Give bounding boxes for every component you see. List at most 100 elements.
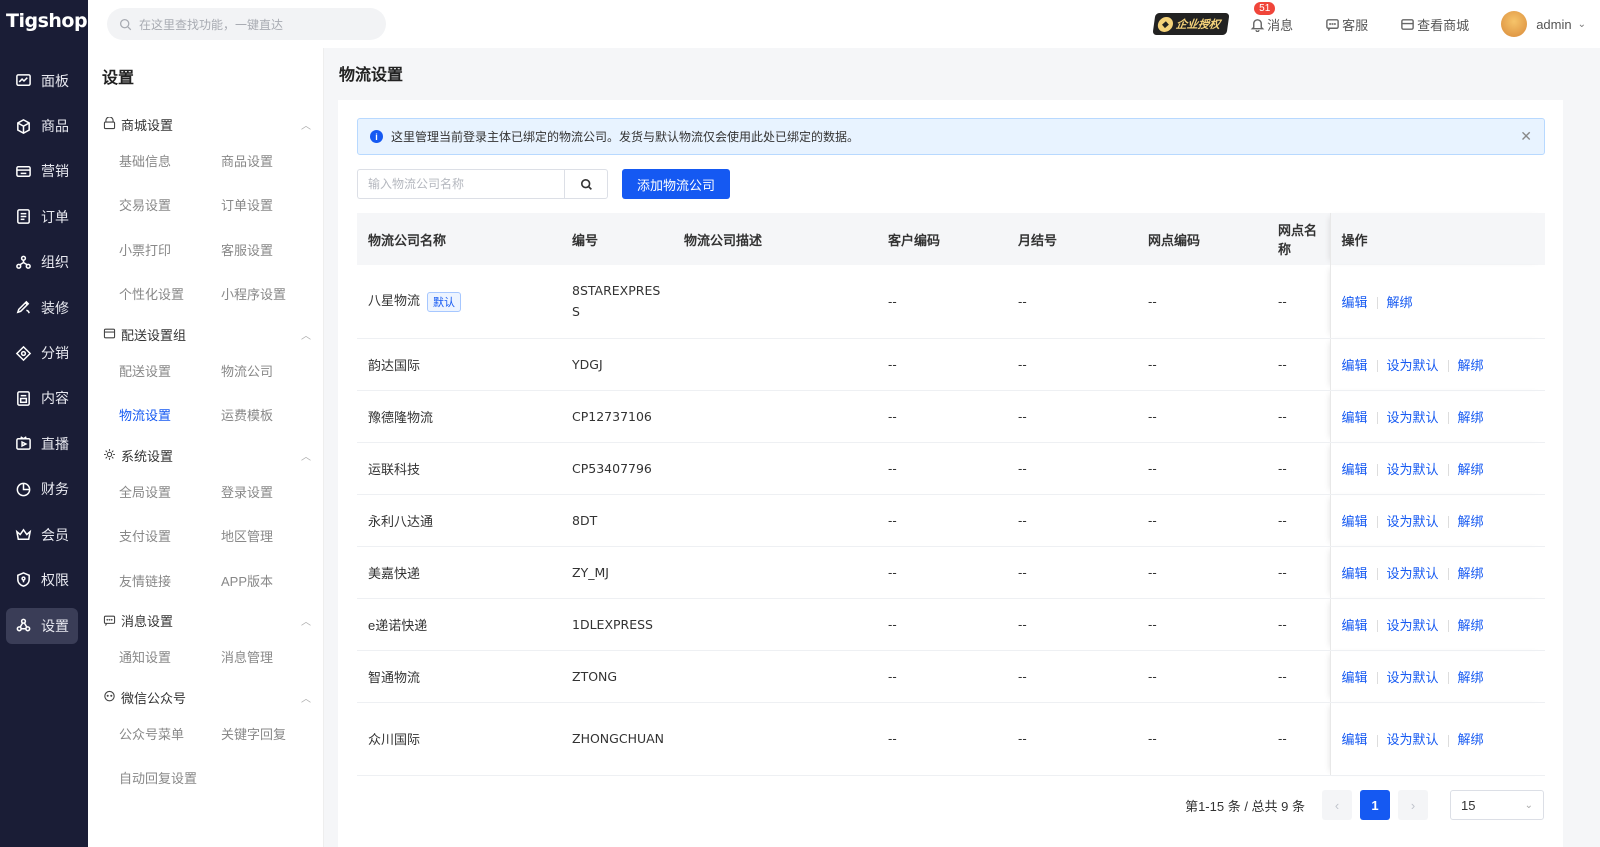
submenu-group-header[interactable]: 配送设置组 ︿ xyxy=(88,320,323,348)
edit-link[interactable]: 编辑 xyxy=(1342,462,1368,477)
cell-desc xyxy=(673,546,877,599)
submenu-item[interactable]: 通知设置 xyxy=(119,635,221,680)
submenu-item[interactable]: 小程序设置 xyxy=(221,272,323,317)
cell-customer-code: -- xyxy=(877,265,1007,339)
org-icon xyxy=(14,253,32,271)
nav-item-distribution[interactable]: 分销 xyxy=(0,330,88,375)
unbind-link[interactable]: 解绑 xyxy=(1458,618,1484,633)
submenu-item[interactable]: 商品设置 xyxy=(221,138,323,183)
unbind-link[interactable]: 解绑 xyxy=(1458,358,1484,373)
set-default-link[interactable]: 设为默认 xyxy=(1387,514,1439,529)
edit-link[interactable]: 编辑 xyxy=(1342,410,1368,425)
submenu-item[interactable]: 支付设置 xyxy=(119,514,221,559)
submenu-item[interactable]: 物流设置 xyxy=(119,393,221,438)
cell-monthly-no: -- xyxy=(1007,650,1137,703)
bell-icon xyxy=(1250,18,1265,32)
submenu-item[interactable]: 友情链接 xyxy=(119,558,221,603)
cell-monthly-no: -- xyxy=(1007,390,1137,443)
submenu-item[interactable]: 小票打印 xyxy=(119,227,221,272)
submenu-group-header[interactable]: 消息设置 ︿ xyxy=(88,607,323,635)
nav-item-box[interactable]: 商品 xyxy=(0,103,88,148)
cell-site-name: -- xyxy=(1267,390,1330,443)
edit-link[interactable]: 编辑 xyxy=(1342,358,1368,373)
submenu-item[interactable]: 物流公司 xyxy=(221,348,323,393)
edit-link[interactable]: 编辑 xyxy=(1342,732,1368,747)
next-page-button[interactable]: › xyxy=(1398,790,1428,820)
prev-page-button[interactable]: ‹ xyxy=(1322,790,1352,820)
delivery-box-icon xyxy=(103,327,117,341)
submenu-item[interactable]: 订单设置 xyxy=(221,183,323,228)
edit-link[interactable]: 编辑 xyxy=(1342,566,1368,581)
avatar[interactable] xyxy=(1501,11,1528,37)
page-button-current[interactable]: 1 xyxy=(1360,790,1390,820)
toolbar: 添加物流公司 xyxy=(357,169,731,199)
submenu-group-header[interactable]: 系统设置 ︿ xyxy=(88,441,323,469)
edit-link[interactable]: 编辑 xyxy=(1342,618,1368,633)
submenu-group-header[interactable]: 商城设置 ︿ xyxy=(88,110,323,138)
edit-link[interactable]: 编辑 xyxy=(1342,295,1368,310)
submenu-item[interactable]: 地区管理 xyxy=(221,514,323,559)
unbind-link[interactable]: 解绑 xyxy=(1458,514,1484,529)
submenu-item[interactable]: 个性化设置 xyxy=(119,272,221,317)
submenu-item[interactable]: 基础信息 xyxy=(119,138,221,183)
keyword-input[interactable] xyxy=(357,169,564,199)
cell-code: 8STAREXPRESS xyxy=(561,265,673,339)
nav-item-marketing[interactable]: 营销 xyxy=(0,149,88,194)
submenu-item[interactable]: 全局设置 xyxy=(119,469,221,514)
search-button[interactable] xyxy=(564,169,608,199)
unbind-link[interactable]: 解绑 xyxy=(1458,732,1484,747)
set-default-link[interactable]: 设为默认 xyxy=(1387,410,1439,425)
set-default-link[interactable]: 设为默认 xyxy=(1387,566,1439,581)
search-icon xyxy=(119,18,132,30)
cell-monthly-no: -- xyxy=(1007,265,1137,339)
nav-item-org[interactable]: 组织 xyxy=(0,240,88,285)
brand-logo[interactable]: Tigshop xyxy=(0,0,88,40)
set-default-link[interactable]: 设为默认 xyxy=(1387,358,1439,373)
unbind-link[interactable]: 解绑 xyxy=(1458,410,1484,425)
enterprise-auth-badge[interactable]: ◆ 企业授权 xyxy=(1152,13,1230,35)
submenu-item[interactable]: 消息管理 xyxy=(221,635,323,680)
edit-link[interactable]: 编辑 xyxy=(1342,670,1368,685)
submenu-item[interactable]: 登录设置 xyxy=(221,469,323,514)
nav-item-label: 商品 xyxy=(41,118,69,135)
add-logistics-button[interactable]: 添加物流公司 xyxy=(622,169,731,199)
submenu-item[interactable]: 运费模板 xyxy=(221,393,323,438)
nav-item-finance[interactable]: 财务 xyxy=(0,467,88,512)
nav-item-order[interactable]: 订单 xyxy=(0,194,88,239)
chevron-left-icon: ‹ xyxy=(1334,797,1340,813)
nav-item-decorate[interactable]: 装修 xyxy=(0,285,88,330)
customer-service-button[interactable]: 客服 xyxy=(1325,15,1368,34)
cell-code: YDGJ xyxy=(561,338,673,391)
set-default-link[interactable]: 设为默认 xyxy=(1387,670,1439,685)
submenu-item[interactable]: 交易设置 xyxy=(119,183,221,228)
global-search-placeholder[interactable]: 在这里查找功能，一键直达 xyxy=(139,16,283,33)
nav-item-live[interactable]: 直播 xyxy=(0,421,88,466)
set-default-link[interactable]: 设为默认 xyxy=(1387,618,1439,633)
nav-item-content[interactable]: 内容 xyxy=(0,376,88,421)
submenu-item[interactable]: 客服设置 xyxy=(221,227,323,272)
global-search[interactable]: 在这里查找功能，一键直达 xyxy=(107,8,386,40)
nav-item-settings[interactable]: 设置 xyxy=(6,607,78,644)
submenu-item[interactable]: 公众号菜单 xyxy=(119,711,221,756)
set-default-link[interactable]: 设为默认 xyxy=(1387,732,1439,747)
set-default-link[interactable]: 设为默认 xyxy=(1387,462,1439,477)
close-icon[interactable]: ✕ xyxy=(1520,128,1532,145)
submenu-group-header[interactable]: 微信公众号 ︿ xyxy=(88,683,323,711)
edit-link[interactable]: 编辑 xyxy=(1342,514,1368,529)
nav-item-member[interactable]: 会员 xyxy=(0,512,88,557)
submenu-item[interactable]: 关键字回复 xyxy=(221,711,323,756)
nav-item-label: 财务 xyxy=(41,481,69,498)
unbind-link[interactable]: 解绑 xyxy=(1458,670,1484,685)
unbind-link[interactable]: 解绑 xyxy=(1458,566,1484,581)
view-shop-button[interactable]: 查看商城 xyxy=(1400,15,1469,34)
user-menu[interactable]: admin ⌄ xyxy=(1501,11,1586,37)
nav-item-dashboard[interactable]: 面板 xyxy=(0,58,88,103)
page-size-select[interactable]: 15 ⌄ xyxy=(1450,790,1544,820)
submenu-item[interactable]: 配送设置 xyxy=(119,348,221,393)
nav-item-permission[interactable]: 权限 xyxy=(0,557,88,602)
messages-button[interactable]: 51 消息 xyxy=(1250,1,1293,34)
submenu-item[interactable]: 自动回复设置 xyxy=(119,756,221,801)
unbind-link[interactable]: 解绑 xyxy=(1458,462,1484,477)
unbind-link[interactable]: 解绑 xyxy=(1387,295,1413,310)
submenu-item[interactable]: APP版本 xyxy=(221,558,323,603)
